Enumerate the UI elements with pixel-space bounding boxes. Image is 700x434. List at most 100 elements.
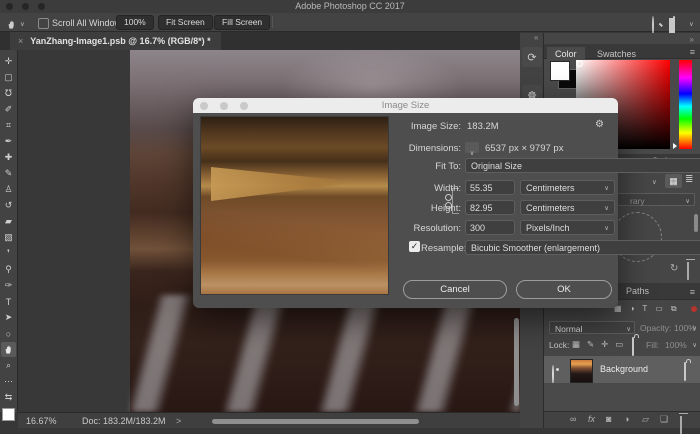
eyedropper-tool[interactable]: ✒: [1, 134, 16, 149]
layer-locked-icon: [684, 362, 686, 381]
dodge-tool[interactable]: ⚲: [1, 262, 16, 277]
width-unit-dropdown[interactable]: Centimeters ∨: [520, 180, 615, 195]
layer-style-fx-icon[interactable]: fx: [588, 414, 595, 424]
color-cursor[interactable]: [576, 60, 583, 67]
library-sort-chevron-icon[interactable]: ∨: [652, 178, 657, 186]
hand-tool[interactable]: [1, 342, 16, 357]
quick-selection-tool[interactable]: ✐: [1, 102, 16, 117]
height-input[interactable]: [465, 200, 515, 215]
app-title-bar: Adobe Photoshop CC 2017: [0, 0, 700, 13]
tab-close-icon[interactable]: ×: [18, 36, 23, 46]
color-panel-menu-icon[interactable]: ≡: [690, 47, 695, 57]
library-sync-icon[interactable]: ↻: [670, 263, 678, 274]
edit-toolbar-icon[interactable]: ⇆: [1, 390, 16, 405]
doc-size-info: Doc: 183.2M/183.2M: [82, 416, 166, 426]
history-brush-tool[interactable]: ↺: [1, 198, 16, 213]
dialog-gear-menu-icon[interactable]: ⚙: [595, 119, 604, 130]
layers-panel-menu-icon[interactable]: ≡: [690, 287, 695, 297]
horizontal-scrollbar[interactable]: [212, 419, 419, 424]
crop-tool[interactable]: ⌗: [1, 118, 16, 133]
workspace-chevron-icon[interactable]: ∨: [689, 20, 694, 28]
history-panel-icon[interactable]: ⟳: [522, 47, 542, 67]
library-chevron-icon: ∨: [685, 197, 690, 205]
zoom-level-field[interactable]: 16.67%: [26, 416, 57, 426]
blur-tool[interactable]: ❜: [1, 246, 16, 261]
link-layers-icon[interactable]: ∞: [570, 414, 576, 424]
layer-thumbnail[interactable]: [570, 359, 593, 383]
marquee-tool[interactable]: ▢: [1, 70, 16, 85]
delete-layer-trash-icon[interactable]: [680, 416, 682, 434]
healing-brush-tool[interactable]: ✚: [1, 150, 16, 165]
collapse-dock-icon[interactable]: «: [534, 33, 538, 42]
layer-visibility-eye-icon[interactable]: [552, 365, 554, 384]
fit-screen-button[interactable]: Fit Screen: [158, 15, 213, 30]
clone-stamp-tool[interactable]: ♙: [1, 182, 16, 197]
hue-slider[interactable]: [679, 60, 692, 149]
image-size-label: Image Size:: [383, 121, 461, 132]
zoom-100-button[interactable]: 100%: [116, 15, 154, 30]
layer-name[interactable]: Background: [600, 364, 648, 374]
gradient-tool[interactable]: ▧: [1, 230, 16, 245]
layer-filter-toggle[interactable]: [691, 306, 697, 312]
dimensions-label: Dimensions:: [383, 143, 461, 154]
preview-landscape-detail: [211, 167, 361, 201]
move-tool[interactable]: ✛: [1, 54, 16, 69]
fit-to-dropdown[interactable]: Original Size ∨: [465, 158, 700, 173]
cancel-button[interactable]: Cancel: [403, 280, 507, 299]
blend-mode-value: Normal: [555, 324, 582, 334]
width-label: Width:: [393, 183, 461, 194]
image-size-value: 183.2M: [467, 121, 499, 132]
status-chevron-icon[interactable]: >: [176, 416, 181, 426]
dialog-title-bar[interactable]: Image Size: [193, 98, 618, 113]
grid-view-button[interactable]: ▦: [665, 174, 682, 188]
layer-row-background[interactable]: Background: [544, 356, 700, 383]
new-group-folder-icon[interactable]: ▱: [642, 414, 649, 425]
vertical-scrollbar[interactable]: [514, 318, 519, 406]
expand-dock-icon[interactable]: »: [690, 35, 694, 44]
document-tab[interactable]: × YanZhang-Image1.psb @ 16.7% (RGB/8*) *: [10, 32, 221, 50]
library-trash-icon[interactable]: [687, 262, 689, 280]
new-layer-icon[interactable]: ❏: [660, 414, 668, 425]
list-view-button[interactable]: ≣: [685, 174, 693, 185]
resolution-input[interactable]: [465, 220, 515, 235]
libraries-scrollbar[interactable]: [694, 214, 698, 232]
scroll-all-windows-checkbox[interactable]: [38, 18, 49, 29]
lasso-tool[interactable]: ℧: [1, 86, 16, 101]
tool-preset-chevron-icon[interactable]: ∨: [20, 20, 25, 28]
blend-mode-dropdown[interactable]: Normal ∨: [549, 321, 635, 334]
height-unit-dropdown[interactable]: Centimeters ∨: [520, 200, 615, 215]
brush-tool[interactable]: ✎: [1, 166, 16, 181]
layer-mask-icon[interactable]: ◙: [606, 414, 611, 424]
resample-method-dropdown[interactable]: Bicubic Smoother (enlargement) ∨: [465, 240, 700, 255]
foreground-color-swatch[interactable]: [2, 408, 15, 421]
width-input[interactable]: [465, 180, 515, 195]
path-selection-tool[interactable]: ➤: [1, 310, 16, 325]
zoom-tool[interactable]: ⌕: [1, 358, 16, 373]
image-size-preview[interactable]: [200, 116, 389, 295]
lock-all-icon[interactable]: [632, 337, 634, 356]
resample-checkbox[interactable]: ✓: [409, 241, 420, 252]
layer-filter-icons[interactable]: ▦◑T▭⧉: [614, 304, 685, 314]
image-size-dialog: Image Size Image Size: 183.2M ⚙ Dimensio…: [193, 98, 618, 308]
width-unit-chevron-icon: ∨: [604, 184, 609, 192]
tools-panel: ✛ ▢ ℧ ✐ ⌗ ✒ ✚ ✎ ♙ ↺ ▰ ▧ ❜ ⚲ ✑ T ➤ ○ ⌕ ⋯ …: [0, 50, 18, 412]
fill-screen-button[interactable]: Fill Screen: [214, 15, 270, 30]
opacity-chevron-icon: ∨: [692, 324, 697, 332]
type-tool[interactable]: T: [1, 294, 16, 309]
fill-value[interactable]: 100%: [665, 340, 687, 350]
fill-label: Fill:: [646, 340, 659, 350]
resample-method-value: Bicubic Smoother (enlargement): [471, 243, 600, 253]
eraser-tool[interactable]: ▰: [1, 214, 16, 229]
foreground-color-swatch-panel[interactable]: [550, 61, 570, 81]
shape-tool[interactable]: ○: [1, 326, 16, 341]
resolution-unit-dropdown[interactable]: Pixels/Inch ∨: [520, 220, 615, 235]
dimensions-unit-dropdown[interactable]: ∨: [465, 142, 479, 153]
more-tools-icon[interactable]: ⋯: [1, 374, 16, 389]
width-unit-value: Centimeters: [526, 183, 575, 193]
tab-paths[interactable]: Paths: [618, 283, 657, 298]
adjustment-layer-icon[interactable]: ◑: [624, 414, 629, 424]
pen-tool[interactable]: ✑: [1, 278, 16, 293]
ok-button[interactable]: OK: [516, 280, 612, 299]
hue-slider-marker[interactable]: [673, 143, 677, 149]
lock-option-icons[interactable]: ▦✎✛▭: [572, 339, 630, 350]
